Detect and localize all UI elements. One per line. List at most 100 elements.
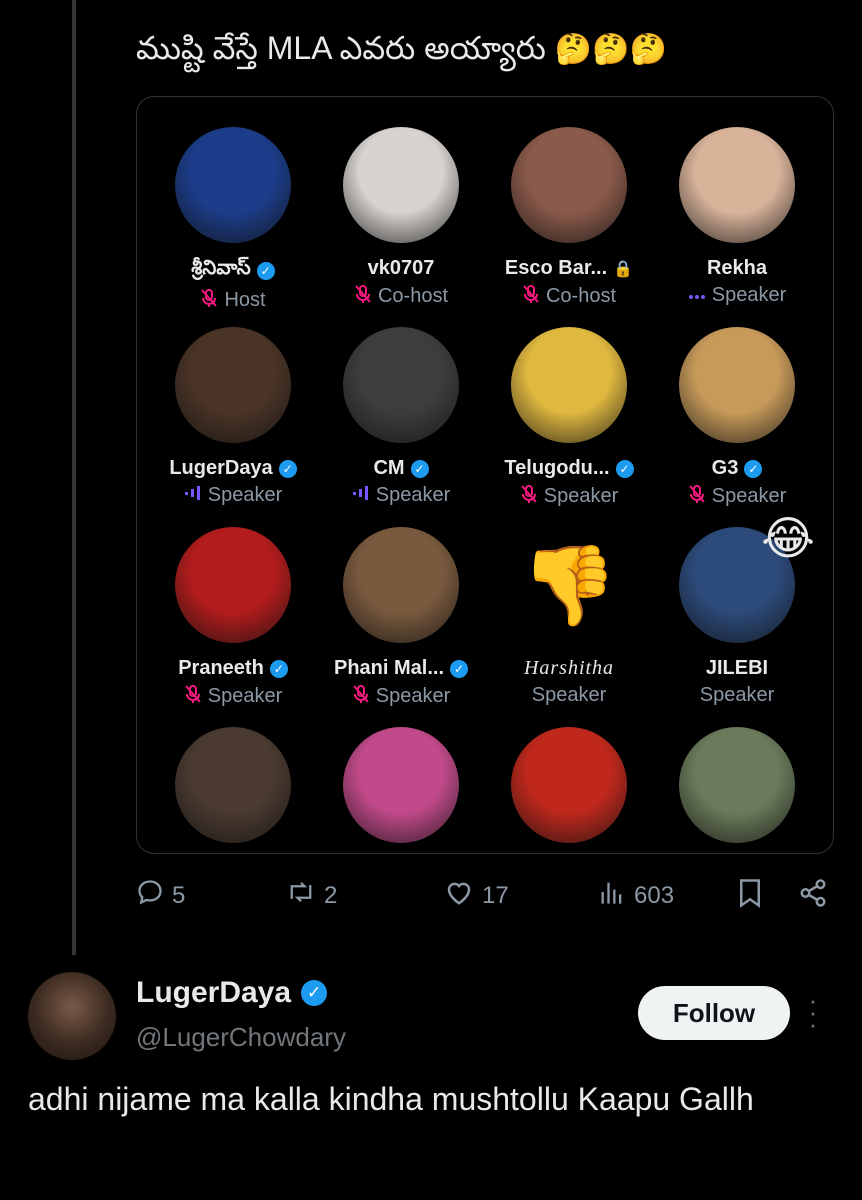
participant-role: Speaker [317, 484, 485, 507]
speaking-icon [352, 485, 370, 506]
participant-name-text: Praneeth [178, 657, 264, 679]
views-button[interactable]: 603 [598, 878, 674, 913]
mic-off-icon [354, 284, 372, 309]
mic-off-icon [200, 288, 218, 313]
participant-tile[interactable]: vk0707 Co-host [317, 127, 485, 309]
participant-tile[interactable]: 😂 JILEBI Speaker [653, 512, 821, 707]
reply-count: 5 [172, 881, 186, 909]
participant-name-text: JILEBI [705, 657, 769, 679]
participant-tile[interactable]: Telugodu... ✓ Speaker [485, 327, 653, 509]
avatar[interactable] [679, 727, 795, 843]
mic-off-icon [520, 484, 538, 509]
laughing-emoji-reaction: 😂 [761, 512, 815, 564]
participant-name-text: LugerDaya [169, 457, 273, 479]
participant-tile[interactable]: G3 ✓ Speaker [653, 327, 821, 509]
participant-tile[interactable]: Rekha Speaker [653, 127, 821, 307]
participant-role-text: Co-host [377, 285, 449, 307]
participant-tile[interactable]: CM ✓ Speaker [317, 327, 485, 507]
participant-name: LugerDaya ✓ [149, 457, 317, 480]
verified-badge-icon: ✓ [410, 459, 429, 478]
verified-badge-icon: ✓ [278, 459, 297, 478]
heart-icon [444, 878, 474, 913]
avatar[interactable] [28, 972, 116, 1060]
dots-icon [688, 287, 706, 305]
verified-badge-icon: ✓ [450, 659, 469, 678]
participant-name-text: CM [373, 457, 405, 479]
avatar[interactable] [343, 327, 459, 443]
reply-icon [136, 878, 164, 913]
participant-tile[interactable] [653, 727, 821, 843]
thumbs-down-emoji: 👎 [520, 541, 618, 629]
avatar[interactable]: 👎 [511, 527, 627, 643]
participant-tile[interactable] [149, 727, 317, 843]
participant-tile[interactable] [485, 727, 653, 843]
avatar[interactable] [175, 527, 291, 643]
participant-name: G3 ✓ [653, 457, 821, 480]
more-options-icon[interactable]: · · · [806, 987, 820, 1037]
views-chart-icon [598, 878, 626, 913]
participant-tile[interactable]: LugerDaya ✓ Speaker [149, 327, 317, 507]
participant-role-text: Speaker [699, 684, 775, 706]
participant-role-text: Host [224, 289, 266, 311]
participants-grid: శ్రీనివాస్ ✓ Host vk0707 Co-host Esco Bar... 🔒… [137, 97, 833, 853]
avatar[interactable] [343, 527, 459, 643]
participant-tile[interactable]: 👎 Harshitha Speaker [485, 527, 653, 707]
participant-name: JILEBI [653, 657, 821, 680]
participant-role: Speaker [485, 684, 653, 707]
share-button[interactable] [798, 878, 828, 915]
mic-off-icon [522, 284, 540, 309]
avatar[interactable] [343, 127, 459, 243]
participant-role: Speaker [653, 484, 821, 509]
mic-off-icon [352, 684, 370, 709]
reply-body-text: adhi nijame ma kalla kindha mushtollu Ka… [28, 1081, 754, 1117]
mic-off-icon [688, 484, 706, 509]
follow-button[interactable]: Follow [638, 986, 790, 1040]
participant-name-text: Esco Bar... [504, 257, 608, 279]
participant-role-text: Speaker [543, 485, 619, 507]
avatar[interactable] [679, 327, 795, 443]
mic-off-icon [184, 684, 202, 709]
lock-icon: 🔒 [613, 260, 634, 278]
verified-badge-icon: ✓ [269, 659, 288, 678]
caption-text: ముష్టి వేస్తే MLA ఎవరు అయ్యారు [136, 30, 546, 66]
avatar[interactable] [175, 727, 291, 843]
participant-tile[interactable] [317, 727, 485, 843]
participant-role-text: Speaker [375, 484, 451, 506]
participant-role-text: Speaker [207, 685, 283, 707]
reply-handle[interactable]: @LugerChowdary [136, 1022, 346, 1053]
post-caption: ముష్టి వేస్తే MLA ఎవరు అయ్యారు 🤔🤔🤔 [136, 30, 667, 75]
participant-role-text: Speaker [531, 684, 607, 706]
view-count: 603 [634, 881, 675, 909]
space-participants-card[interactable]: శ్రీనివాస్ ✓ Host vk0707 Co-host Esco Bar... 🔒… [136, 96, 834, 854]
bookmark-button[interactable] [736, 878, 764, 915]
participant-name: Praneeth ✓ [149, 657, 317, 680]
participant-tile[interactable]: Esco Bar... 🔒 Co-host [485, 127, 653, 309]
thinking-emoji: 🤔🤔🤔 [554, 33, 667, 66]
repost-button[interactable]: 2 [286, 878, 337, 913]
avatar[interactable] [511, 327, 627, 443]
participant-name: Phani Mal... ✓ [317, 657, 485, 680]
avatar[interactable] [511, 127, 627, 243]
avatar[interactable] [679, 127, 795, 243]
participant-role: Speaker [653, 284, 821, 307]
like-button[interactable]: 17 [444, 878, 509, 913]
avatar[interactable] [343, 727, 459, 843]
participant-tile[interactable]: శ్రీనివాస్ ✓ Host [149, 127, 317, 313]
participant-role-text: Speaker [711, 485, 787, 507]
like-count: 17 [482, 881, 509, 909]
avatar[interactable] [175, 327, 291, 443]
participant-tile[interactable]: Praneeth ✓ Speaker [149, 527, 317, 709]
reply-button[interactable]: 5 [136, 878, 185, 913]
participant-role: Speaker [317, 684, 485, 709]
participant-name: శ్రీనివాస్ ✓ [149, 257, 317, 284]
avatar[interactable] [511, 727, 627, 843]
share-icon [798, 878, 828, 915]
verified-badge-icon: ✓ [744, 459, 763, 478]
participant-role-text: Speaker [207, 484, 283, 506]
repost-count: 2 [324, 881, 338, 909]
reply-display-name[interactable]: LugerDaya ✓ [136, 976, 328, 1010]
avatar[interactable] [175, 127, 291, 243]
participant-role: Speaker [149, 484, 317, 507]
participant-name-text: vk0707 [367, 257, 435, 279]
participant-tile[interactable]: Phani Mal... ✓ Speaker [317, 527, 485, 709]
